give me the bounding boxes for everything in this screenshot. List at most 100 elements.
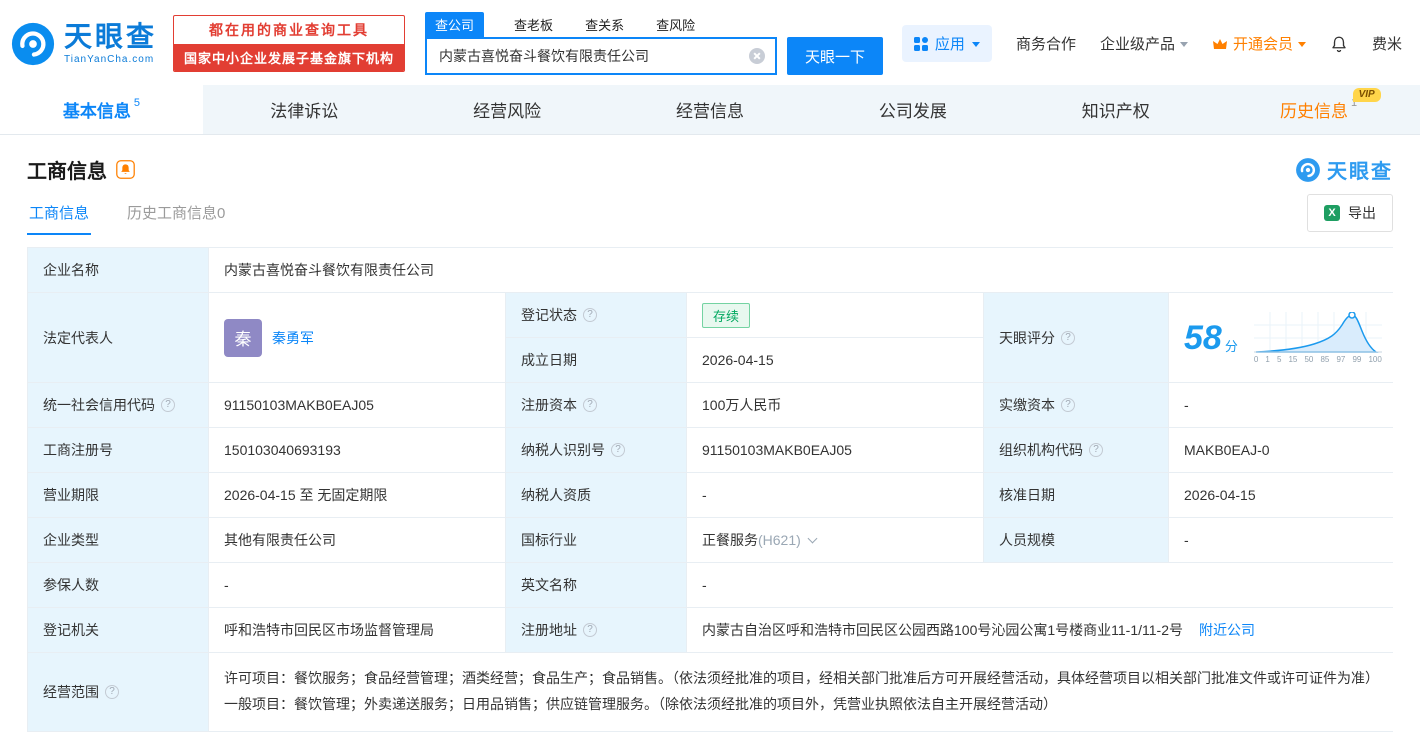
search-tab-risk[interactable]: 查风险 [654,12,697,37]
export-label: 导出 [1348,204,1376,221]
cooperation-label: 商务合作 [1015,36,1076,53]
help-icon[interactable]: ? [583,398,597,412]
tab-operating-info[interactable]: 经营信息 [609,85,812,134]
status-badge: 存续 [702,302,751,328]
vip-badge: VIP [1352,88,1381,102]
label-business-scope: 经营范围 ? [28,653,208,731]
apps-menu-label: 应用 [934,36,965,53]
logo-text-cn: 天眼查 [64,20,158,52]
enterprise-products-label: 企业级产品 [1099,36,1175,53]
label-legal-rep: 法定代表人 [28,293,208,382]
label-industry: 国标行业 [506,518,686,562]
value-company-type: 其他有限责任公司 [209,518,505,562]
subscribe-bell-icon[interactable] [116,160,135,179]
label-company-type: 企业类型 [28,518,208,562]
chevron-down-icon [971,41,980,51]
menu-item-enterprise-products[interactable]: 企业级产品 [1100,33,1188,54]
value-staff-size: - [1169,518,1397,562]
search-input[interactable] [437,47,750,65]
logo-text-en: TianYanCha.com [64,53,155,65]
tab-operating-risk-label: 经营风险 [473,102,542,121]
export-button[interactable]: X 导出 [1307,193,1393,232]
score-axis-labels: 01 5 15 50 85 97 99 100 [1253,354,1382,364]
value-taxpayer-id: 91150103MAKB0EAJ05 [687,428,983,472]
tianyancha-logo[interactable]: 天眼查 TianYanCha.com [10,21,157,67]
value-org-code: MAKB0EAJ-0 [1169,428,1397,472]
slogan-line2: 国家中小企业发展子基金旗下机构 [174,44,405,71]
label-business-term: 营业期限 [28,473,208,517]
help-icon[interactable]: ? [105,684,119,699]
label-company-name: 企业名称 [28,248,208,292]
help-icon[interactable]: ? [161,398,175,412]
top-header: 天眼查 TianYanCha.com 都在用的商业查询工具 国家中小企业发展子基… [0,0,1420,85]
menu-item-open-vip[interactable]: 开通会员 [1212,33,1306,54]
tab-company-development-label: 公司发展 [878,102,947,121]
clear-search-icon[interactable] [749,48,766,64]
label-english-name: 英文名称 [506,563,686,607]
label-reg-capital: 注册资本 ? [506,383,686,427]
label-score: 天眼评分 ? [984,293,1168,382]
value-reg-capital: 100万人民币 [687,383,983,427]
tab-operating-risk[interactable]: 经营风险 [406,85,609,134]
search-tab-boss[interactable]: 查老板 [512,12,555,37]
label-reg-address: 注册地址 ? [506,608,686,652]
tab-intellectual-property[interactable]: 知识产权 [1014,85,1217,134]
watermark-logo: 天眼查 [1295,155,1393,184]
search-box [425,37,778,75]
tab-history-info-label: 历史信息 [1280,102,1349,121]
brand-slogan: 都在用的商业查询工具 国家中小企业发展子基金旗下机构 [173,15,406,72]
search-tab-relation[interactable]: 查关系 [583,12,626,37]
tab-history-info[interactable]: 历史信息 1 VIP [1217,85,1420,134]
help-icon[interactable]: ? [611,443,625,457]
value-taxpayer-quality: - [687,473,983,517]
crown-icon [1212,39,1227,49]
value-insured-count: - [209,563,505,607]
label-paid-capital: 实缴资本 ? [984,383,1168,427]
industry-expand-chevron-icon[interactable] [807,533,818,544]
subtab-history-business-info[interactable]: 历史工商信息0 [125,190,227,235]
apps-grid-icon [913,36,928,51]
search-type-tabs: 查公司 查老板 查关系 查风险 [425,12,883,37]
label-taxpayer-quality: 纳税人资质 [506,473,686,517]
help-icon[interactable]: ? [583,623,597,637]
user-menu[interactable]: 费米 [1372,33,1402,54]
sub-tabs: 工商信息 历史工商信息0 X 导出 [0,186,1420,235]
label-establish-date: 成立日期 [506,338,686,382]
value-company-name: 内蒙古喜悦奋斗餐饮有限责任公司 [209,248,1397,292]
apps-menu-button[interactable]: 应用 [901,25,992,62]
label-reg-number: 工商注册号 [28,428,208,472]
search-button[interactable]: 天眼一下 [787,37,884,75]
search-tab-company[interactable]: 查公司 [425,12,485,37]
value-score: 58 分 01 5 15 50 85 97 99 100 [1169,293,1397,382]
value-industry: 正餐服务 (H621) [687,518,983,562]
watermark-text: 天眼查 [1327,161,1393,183]
help-icon[interactable]: ? [583,308,597,322]
excel-icon: X [1324,204,1340,221]
label-credit-code: 统一社会信用代码 ? [28,383,208,427]
tab-legal-proceedings[interactable]: 法律诉讼 [203,85,406,134]
legal-rep-avatar[interactable]: 秦 [224,318,262,357]
label-taxpayer-id: 纳税人识别号 ? [506,428,686,472]
tab-company-development[interactable]: 公司发展 [811,85,1014,134]
notifications-bell-icon[interactable] [1330,34,1348,54]
legal-rep-link[interactable]: 秦勇军 [272,328,314,348]
menu-item-cooperation[interactable]: 商务合作 [1016,33,1076,54]
help-icon[interactable]: ? [1089,443,1103,457]
score-curve-chart: 01 5 15 50 85 97 99 100 [1253,311,1382,364]
chevron-down-icon [1297,41,1306,51]
help-icon[interactable]: ? [1061,398,1075,412]
value-business-term: 2026-04-15 至 无固定期限 [209,473,505,517]
tab-basic-info[interactable]: 基本信息 5 [0,85,203,134]
value-reg-address: 内蒙古自治区呼和浩特市回民区公园西路100号沁园公寓1号楼商业11-1/11-2… [687,608,1397,652]
subtab-business-info[interactable]: 工商信息 [27,190,92,235]
business-info-table: 企业名称 内蒙古喜悦奋斗餐饮有限责任公司 法定代表人 秦 秦勇军 登记状态 ? … [27,247,1397,732]
value-establish-date: 2026-04-15 [687,338,983,382]
value-reg-authority: 呼和浩特市回民区市场监督管理局 [209,608,505,652]
nearby-companies-link[interactable]: 附近公司 [1199,620,1255,640]
value-paid-capital: - [1169,383,1397,427]
company-nav-tabs: 基本信息 5 法律诉讼 经营风险 经营信息 公司发展 知识产权 历史信息 1 V… [0,85,1420,135]
score-unit: 分 [1224,339,1238,354]
open-vip-label: 开通会员 [1232,36,1293,53]
help-icon[interactable]: ? [1061,330,1075,345]
value-reg-number: 150103040693193 [209,428,505,472]
